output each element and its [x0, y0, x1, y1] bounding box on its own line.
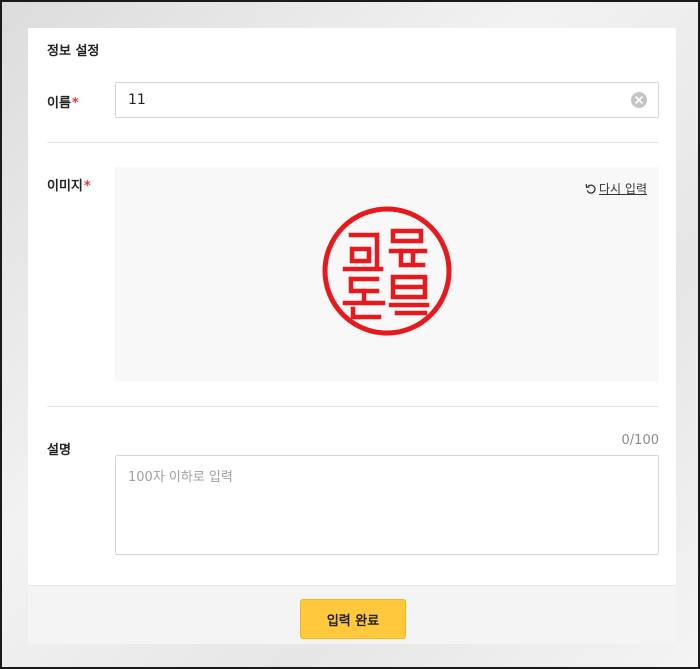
submit-button[interactable]: 입력 완료 [300, 599, 406, 639]
char-counter: 0/100 [621, 433, 659, 448]
description-label: 설명 [47, 443, 71, 458]
reenter-label: 다시 입력 [599, 182, 647, 196]
required-mark: * [71, 96, 79, 111]
name-label: 이름* [47, 92, 79, 111]
name-input[interactable] [115, 82, 659, 118]
divider [47, 406, 659, 407]
seal-stamp-image [322, 206, 452, 336]
section-title: 정보 설정 [47, 44, 100, 59]
clear-circle-icon[interactable] [631, 92, 647, 108]
image-preview: 다시 입력 [115, 167, 659, 381]
image-label-text: 이미지 [47, 179, 83, 194]
name-label-text: 이름 [47, 96, 71, 111]
settings-card: 정보 설정 이름* 이미지* 다시 입력 [28, 28, 676, 644]
reenter-button[interactable]: 다시 입력 [585, 180, 647, 197]
required-mark: * [83, 179, 91, 194]
image-label: 이미지* [47, 175, 91, 194]
description-textarea[interactable] [115, 455, 659, 555]
undo-icon [585, 183, 596, 194]
form-footer: 입력 완료 [28, 585, 676, 644]
divider [47, 142, 659, 143]
app-frame: 정보 설정 이름* 이미지* 다시 입력 [0, 0, 700, 669]
